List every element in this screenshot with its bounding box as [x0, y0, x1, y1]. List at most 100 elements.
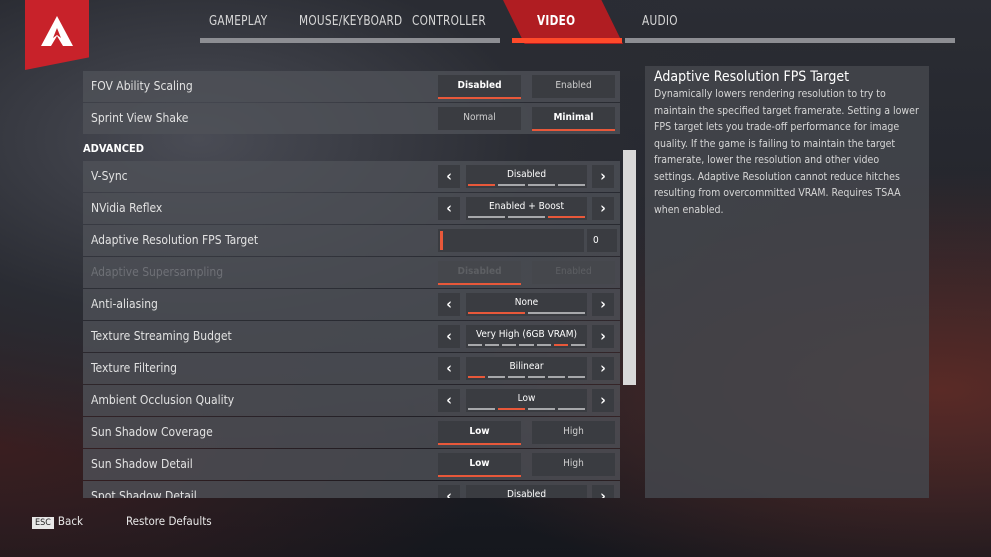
chevron-right-icon[interactable]: ›	[592, 325, 614, 348]
setting-label: Adaptive Resolution FPS Target	[91, 233, 259, 247]
slider-handle[interactable]	[440, 231, 443, 250]
segment	[468, 312, 525, 314]
stepper-value-text: Very High (6GB VRAM)	[476, 329, 577, 340]
tab-underline	[200, 38, 500, 43]
restore-defaults-button[interactable]: Restore Defaults	[126, 514, 212, 528]
segment	[468, 408, 495, 410]
chevron-left-icon[interactable]: ‹	[438, 293, 460, 316]
chevron-right-icon[interactable]: ›	[592, 357, 614, 380]
chevron-right-icon[interactable]: ›	[592, 165, 614, 188]
stepper-value: Disabled	[466, 165, 587, 188]
setting-label: Sun Shadow Detail	[91, 457, 193, 471]
segment	[528, 408, 555, 410]
stepper-value: Enabled + Boost	[466, 197, 587, 220]
segment	[548, 376, 565, 378]
option-enabled-button: Enabled	[532, 261, 615, 284]
segment	[519, 344, 534, 346]
option-disabled-button[interactable]: Disabled	[438, 75, 521, 99]
stepper-segments	[468, 408, 585, 410]
esc-key-icon: ESC	[32, 517, 54, 529]
segment	[508, 216, 545, 218]
stepper-segments	[468, 184, 585, 186]
option-enabled-button[interactable]: Enabled	[532, 75, 615, 98]
tab-controller[interactable]: CONTROLLER	[412, 14, 486, 29]
stepper-segments	[468, 344, 585, 346]
segment	[570, 344, 585, 346]
stepper-value-text: Disabled	[506, 489, 547, 498]
chevron-right-icon[interactable]: ›	[592, 389, 614, 412]
settings-tabs: GAMEPLAY MOUSE/KEYBOARD CONTROLLER VIDEO…	[195, 0, 955, 44]
back-label: Back	[57, 514, 84, 528]
setting-row-texture-streaming-budget: Texture Streaming Budget ‹ Very High (6GB …	[83, 321, 620, 352]
setting-label: Spot Shadow Detail	[91, 489, 197, 498]
option-minimal-button[interactable]: Minimal	[532, 107, 615, 131]
tab-mouse-keyboard[interactable]: MOUSE/KEYBOARD	[299, 14, 402, 29]
segment	[468, 184, 495, 186]
chevron-left-icon[interactable]: ‹	[438, 485, 460, 498]
setting-label: FOV Ability Scaling	[91, 79, 193, 93]
segment	[548, 216, 585, 218]
stepper-value-text: Enabled + Boost	[488, 201, 564, 212]
setting-row-adaptive-supersampling: Adaptive Supersampling Disabled Enabled	[83, 257, 620, 288]
setting-label: NVidia Reflex	[91, 201, 163, 215]
description-text: Dynamically lowers rendering resolution …	[654, 88, 919, 216]
setting-label: V-Sync	[91, 169, 128, 183]
setting-label: Texture Filtering	[91, 361, 178, 375]
option-normal-button[interactable]: Normal	[438, 107, 521, 130]
stepper-value: Bilinear	[466, 357, 587, 380]
scrollbar-thumb[interactable]	[623, 150, 636, 385]
setting-row-ambient-occlusion-quality: Ambient Occlusion Quality ‹ Low ›	[83, 385, 620, 416]
stepper-value-text: None	[514, 297, 539, 308]
setting-row-v-sync: V-Sync ‹ Disabled ›	[83, 161, 620, 192]
tab-video[interactable]: VIDEO	[537, 14, 575, 29]
option-low-button[interactable]: Low	[438, 421, 521, 445]
description-title: Adaptive Resolution FPS Target	[654, 69, 850, 85]
back-button[interactable]: ESC Back	[32, 514, 83, 529]
segment	[558, 408, 585, 410]
segment	[488, 376, 505, 378]
chevron-right-icon[interactable]: ›	[592, 293, 614, 316]
segment	[528, 376, 545, 378]
chevron-left-icon[interactable]: ‹	[438, 325, 460, 348]
tab-audio[interactable]: AUDIO	[642, 14, 678, 29]
stepper-value-text: Bilinear	[509, 361, 544, 372]
setting-label: Adaptive Supersampling	[91, 265, 224, 279]
description-panel: Adaptive Resolution FPS Target Dynamical…	[645, 66, 929, 498]
chevron-left-icon[interactable]: ‹	[438, 197, 460, 220]
segment	[498, 408, 525, 410]
segment	[502, 344, 517, 346]
tab-active-underline	[512, 38, 622, 43]
setting-row-sun-shadow-coverage: Sun Shadow Coverage Low High	[83, 417, 620, 448]
segment	[485, 344, 500, 346]
segment	[528, 184, 555, 186]
setting-label: Ambient Occlusion Quality	[91, 393, 235, 407]
chevron-right-icon[interactable]: ›	[592, 197, 614, 220]
segment	[508, 376, 525, 378]
setting-label: Sun Shadow Coverage	[91, 425, 213, 439]
option-high-button[interactable]: High	[532, 453, 615, 476]
setting-label: Anti-aliasing	[91, 297, 158, 311]
fps-target-slider[interactable]	[438, 229, 584, 252]
chevron-right-icon[interactable]: ›	[592, 485, 614, 498]
option-high-button[interactable]: High	[532, 421, 615, 444]
setting-row-spot-shadow-detail: Spot Shadow Detail ‹ Disabled ›	[83, 481, 620, 498]
setting-row-texture-filtering: Texture Filtering ‹ Bilinear ›	[83, 353, 620, 384]
stepper-value: Very High (6GB VRAM)	[466, 325, 587, 348]
setting-row-nvidia-reflex: NVidia Reflex ‹ Enabled + Boost ›	[83, 193, 620, 224]
tab-gameplay[interactable]: GAMEPLAY	[209, 14, 267, 29]
segment	[553, 344, 568, 346]
segment	[528, 312, 585, 314]
chevron-left-icon[interactable]: ‹	[438, 165, 460, 188]
option-disabled-button: Disabled	[438, 261, 521, 285]
option-low-button[interactable]: Low	[438, 453, 521, 477]
segment	[498, 184, 525, 186]
chevron-left-icon[interactable]: ‹	[438, 389, 460, 412]
segment	[468, 344, 483, 346]
stepper-value-text: Disabled	[506, 169, 547, 180]
apex-logo	[25, 0, 89, 70]
chevron-left-icon[interactable]: ‹	[438, 357, 460, 380]
stepper-value: Disabled	[466, 485, 587, 498]
setting-row-fov-ability-scaling: FOV Ability Scaling Disabled Enabled	[83, 71, 620, 102]
stepper-value: Low	[466, 389, 587, 412]
segment	[536, 344, 551, 346]
